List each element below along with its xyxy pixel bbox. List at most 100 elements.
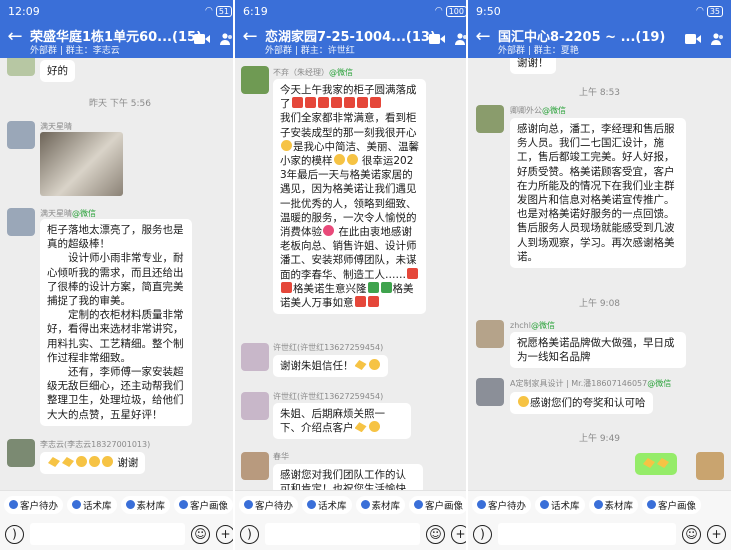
tool-material-library[interactable]: 素材库 [588,495,639,514]
avatar[interactable] [7,439,35,467]
sender-name: 许世红(许世红13627259454) [273,392,384,401]
avatar[interactable] [7,121,35,149]
message-bubble[interactable]: 祝愿格美诺品牌做大做强，早日成为一线知名品牌 [510,332,686,369]
tool-customer-profile[interactable]: 客户画像 [642,495,702,514]
message-bubble[interactable]: 谢谢！ [510,58,556,75]
message-input[interactable] [265,523,420,545]
avatar[interactable] [476,320,504,348]
video-call-icon[interactable] [685,33,701,45]
avatar[interactable] [476,378,504,406]
firecracker-emoji [317,97,329,109]
message-bubble[interactable]: 今天上午我家的柜子圆满落成了 我们全家都非常满意，看到柜子安装成型的那一刻我很开… [273,79,426,315]
ok-hand-emoji [354,422,367,433]
message-bubble[interactable]: 感谢您们的夸奖和认可哈 [510,392,653,415]
message-line: 格美诺生意兴隆 [293,282,367,295]
tool-script-library[interactable]: 话术库 [302,495,352,514]
smile-emoji [346,154,358,166]
status-time: 12:09 [8,4,40,18]
firecracker-emoji [407,267,418,279]
firecracker-emoji [291,97,303,109]
tool-customer-todo[interactable]: 客户待办 [472,495,532,514]
message-list[interactable]: 谢谢！ 上午 8:53 卿卿外公@微信 感谢向总，潘工，李经理和售后服务人员。我… [468,58,731,490]
back-arrow-icon[interactable]: ← [6,28,24,46]
timestamp: 上午 9:49 [578,434,621,444]
profile-icon [647,500,657,509]
quick-tools: 客户待办 话术库 素材库 客户画像 [0,490,240,518]
plus-icon[interactable]: + [707,524,726,544]
voice-icon[interactable]: ) [240,524,259,544]
grin-emoji [518,396,529,407]
message-list[interactable]: 不弃（朱经理）@微信 今天上午我家的柜子圆满落成了 我们全家都非常满意，看到柜子… [235,58,475,490]
smile-emoji [281,139,292,151]
message-bubble[interactable]: 柜子落地太漂亮了，服务也是真的超级棒！ 设计师小雨非常专业，耐心倾听我的需求，而… [40,219,192,426]
avatar[interactable] [241,392,269,420]
video-call-icon[interactable] [429,33,445,45]
emoji-icon[interactable]: ☺ [682,524,701,544]
message-input[interactable] [30,523,185,545]
emoji-icon[interactable]: ☺ [426,524,445,544]
wifi-icon: ◠ [204,6,213,16]
tool-customer-profile[interactable]: 客户画像 [174,495,234,514]
back-arrow-icon[interactable]: ← [474,28,492,46]
firecracker-emoji [369,97,381,109]
message-list[interactable]: 好的 昨天 下午 5:56 满天星晴 满天星晴@微信 柜子落地太漂亮了，服务也是… [0,58,240,490]
ok-hand-emoji [48,457,60,467]
avatar[interactable] [241,66,269,94]
status-bar: 6:19 ◠ 100 [235,0,475,22]
group-members-icon[interactable] [711,32,725,46]
own-avatar[interactable] [696,452,724,480]
voice-icon[interactable]: ) [473,524,492,544]
smile-emoji [368,421,380,433]
tool-material-library[interactable]: 素材库 [355,495,406,514]
avatar[interactable] [241,343,269,371]
sender-name: 卿卿外公@微信 [510,106,566,115]
message-text: 谢谢朱姐信任！ [280,360,354,372]
status-bar: 9:50 ◠ 35 [468,0,731,22]
sender-name: 满天星晴 [40,122,72,131]
chat-panel-1: 12:09 ◠ 51 ← 荣盛华庭1栋1单元60...(15) 外部群 | 群主… [0,0,240,550]
timestamp: 昨天 下午 5:56 [89,99,151,109]
money-emoji [380,281,392,293]
avatar[interactable] [241,452,269,480]
message-bubble[interactable]: 感谢您对我们团队工作的认可和肯定！也祝您生活愉快 [273,464,423,490]
message-bubble[interactable]: 朱姐、后期麻烦关照一下、介绍点客户 [273,403,411,440]
message-text: 谢谢 [117,457,139,469]
message-input[interactable] [498,523,676,545]
back-arrow-icon[interactable]: ← [241,28,259,46]
emoji-icon[interactable]: ☺ [191,524,210,544]
todo-icon [477,500,486,509]
message-bubble[interactable]: 谢谢 [40,452,146,475]
tool-script-library[interactable]: 话术库 [67,495,117,514]
money-emoji [367,281,379,293]
ok-hand-emoji [643,458,655,468]
profile-icon [179,500,189,509]
message-text: 感谢您们的夸奖和认可哈 [530,397,646,409]
message-bubble[interactable]: 好的 [40,60,75,83]
tool-customer-todo[interactable]: 客户待办 [4,495,64,514]
video-call-icon[interactable] [194,33,210,45]
avatar[interactable] [7,208,35,236]
tool-customer-profile[interactable]: 客户画像 [409,495,469,514]
avatar[interactable] [476,105,504,133]
message-bubble[interactable]: 谢谢朱姐信任！ [273,355,388,378]
shared-photo[interactable] [40,132,123,196]
group-members-icon[interactable] [220,32,234,46]
own-message-bubble[interactable] [635,453,677,476]
firecracker-emoji [356,97,368,109]
wifi-icon: ◠ [695,6,704,16]
firecracker-emoji [343,97,355,109]
voice-icon[interactable]: ) [5,524,24,544]
status-time: 9:50 [476,4,501,18]
sender-name: 许世红(许世红13627259454) [273,343,384,352]
smile-emoji [368,359,380,370]
chat-subtitle: 外部群 | 群主：夏艳 [498,46,579,56]
sender-name: 春华 [273,452,289,461]
tool-customer-todo[interactable]: 客户待办 [239,495,299,514]
avatar[interactable] [7,58,35,76]
ok-hand-emoji [354,360,367,370]
sender-name: 李志云(李志云18327001013) [40,440,151,449]
message-bubble[interactable]: 感谢向总，潘工，李经理和售后服务人员。我们二七国汇设计，施工，售后都竣工完美。好… [510,118,686,269]
tool-script-library[interactable]: 话术库 [535,495,585,514]
input-bar: ) ☺ + [235,518,475,550]
tool-material-library[interactable]: 素材库 [120,495,171,514]
